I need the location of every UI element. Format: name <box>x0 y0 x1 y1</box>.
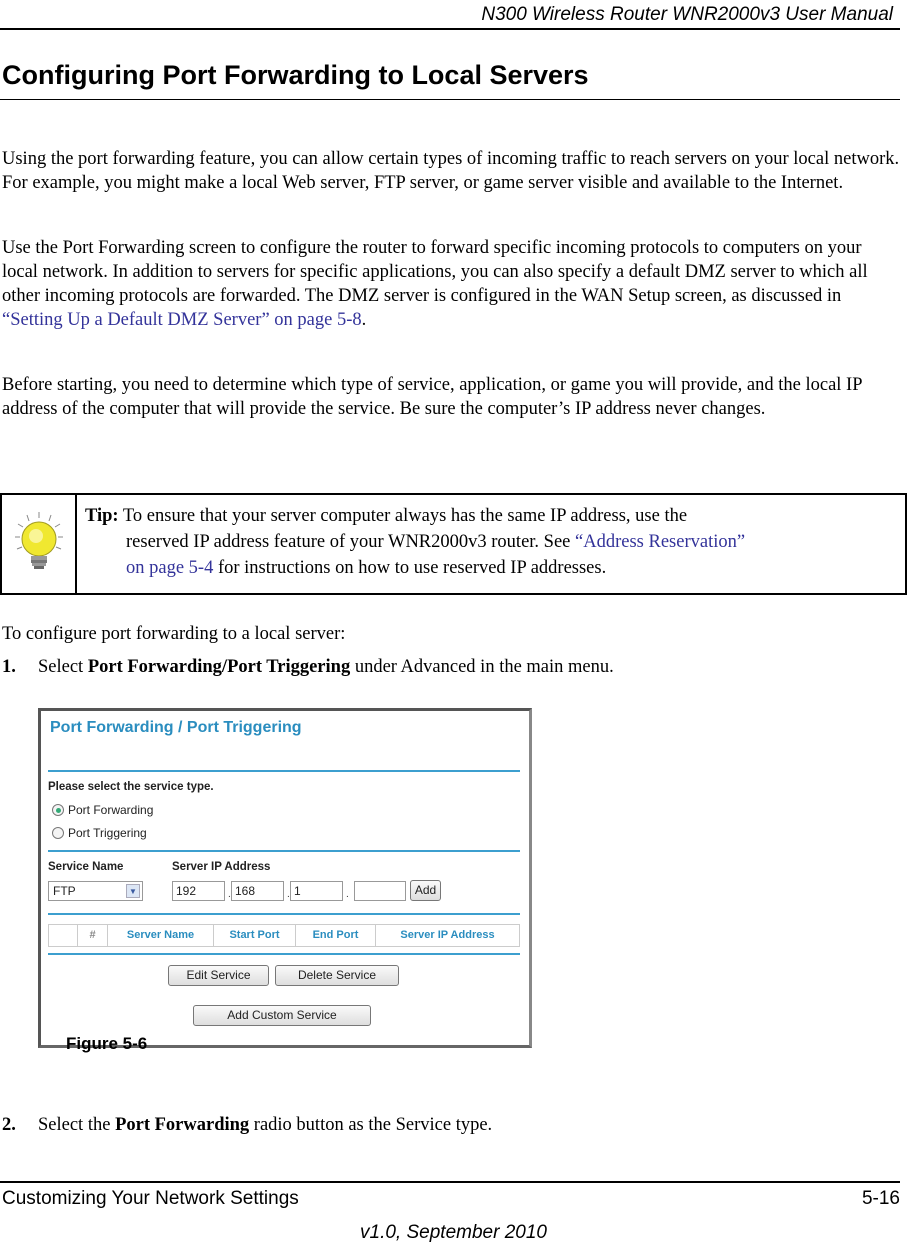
col-start-port: Start Port <box>214 925 296 946</box>
figure-caption: Figure 5-6 <box>66 1034 148 1053</box>
port-forwarding-screenshot: Port Forwarding / Port Triggering Please… <box>38 708 532 1048</box>
col-server-ip: Server IP Address <box>400 929 495 941</box>
service-type-label: Please select the service type. <box>48 781 214 793</box>
step-2: 2. Select the Port Forwarding radio butto… <box>2 1115 493 1135</box>
tip-text: Tip: To ensure that your server computer… <box>85 506 746 578</box>
paragraph-2: Use the Port Forwarding screen to config… <box>2 238 868 330</box>
ui-page-title: Port Forwarding / Port Triggering <box>50 719 302 736</box>
ip-octet-4[interactable] <box>354 881 406 901</box>
chevron-down-icon: ▼ <box>126 884 140 898</box>
server-ip-label: Server IP Address <box>172 861 271 873</box>
radio-port-forwarding[interactable]: Port Forwarding <box>52 803 153 817</box>
header-rule <box>0 28 900 30</box>
ip-octet-2[interactable]: 168 <box>231 881 284 901</box>
address-reservation-link[interactable]: “Address Reservation” <box>575 532 745 552</box>
col-number: # <box>78 925 108 946</box>
ui-divider <box>48 913 520 915</box>
manual-title: N300 Wireless Router WNR2000v3 User Manu… <box>481 4 893 25</box>
service-name-label: Service Name <box>48 861 124 873</box>
paragraph-3: Before starting, you need to determine w… <box>2 375 862 419</box>
intro-text: To configure port forwarding to a local … <box>2 624 346 644</box>
col-end-port: End Port <box>296 925 376 946</box>
radio-selected-icon <box>52 804 64 816</box>
col-server-name: Server Name <box>108 925 214 946</box>
services-table-header: # Server Name Start Port End Port Server… <box>48 924 520 947</box>
ui-divider <box>48 953 520 955</box>
paragraph-1: Using the port forwarding feature, you c… <box>2 149 900 193</box>
address-reservation-page-link[interactable]: on page 5-4 <box>126 558 213 578</box>
add-button[interactable]: Add <box>410 880 441 901</box>
col-select <box>49 925 78 946</box>
footer-page-number: 5-16 <box>861 1188 900 1209</box>
ui-divider <box>48 850 520 852</box>
title-rule <box>0 99 900 100</box>
footer-version: v1.0, September 2010 <box>360 1222 547 1243</box>
service-name-select[interactable]: FTP ▼ <box>48 881 143 901</box>
section-title: Configuring Port Forwarding to Local Ser… <box>2 60 589 90</box>
tip-box: Tip: To ensure that your server computer… <box>0 493 907 595</box>
delete-service-button[interactable]: Delete Service <box>275 965 399 986</box>
lightbulb-icon <box>2 495 77 593</box>
step-1: 1. Select Port Forwarding/Port Triggering… <box>2 657 614 677</box>
ui-divider <box>48 770 520 772</box>
tip-label: Tip: <box>85 506 119 526</box>
radio-unselected-icon <box>52 827 64 839</box>
add-custom-service-button[interactable]: Add Custom Service <box>193 1005 371 1026</box>
dmz-server-link[interactable]: “Setting Up a Default DMZ Server” on pag… <box>2 310 362 330</box>
footer-chapter: Customizing Your Network Settings <box>2 1188 299 1209</box>
ip-octet-1[interactable]: 192 <box>172 881 225 901</box>
ip-octet-3[interactable]: 1 <box>290 881 343 901</box>
footer-rule <box>0 1181 900 1183</box>
edit-service-button[interactable]: Edit Service <box>168 965 269 986</box>
radio-port-triggering[interactable]: Port Triggering <box>52 826 147 840</box>
